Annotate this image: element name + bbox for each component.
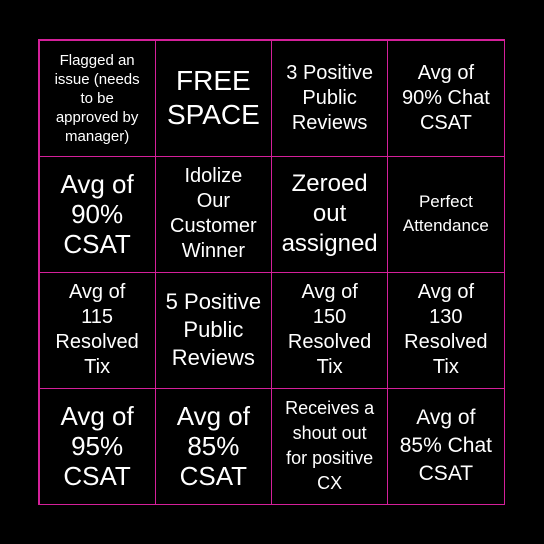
bingo-cell[interactable]: Avg of 90% CSAT [38, 155, 156, 273]
bingo-cell[interactable]: Avg of 85% CSAT [154, 387, 272, 505]
bingo-cell-free-space[interactable]: FREE SPACE [154, 39, 272, 157]
bingo-cell[interactable]: Avg of 85% Chat CSAT [387, 387, 505, 505]
bingo-cell[interactable]: 5 Positive Public Reviews [154, 271, 272, 389]
bingo-cell[interactable]: 3 Positive Public Reviews [271, 39, 389, 157]
bingo-cell[interactable]: Avg of 130 Resolved Tix [387, 271, 505, 389]
bingo-cell[interactable]: Idolize Our Customer Winner [154, 155, 272, 273]
bingo-card: Flagged an issue (needs to be approved b… [38, 39, 505, 505]
bingo-cell[interactable]: Receives a shout out for positive CX [271, 387, 389, 505]
bingo-cell[interactable]: Avg of 90% Chat CSAT [387, 39, 505, 157]
bingo-cell[interactable]: Avg of 115 Resolved Tix [38, 271, 156, 389]
bingo-cell[interactable]: Zeroed out assigned [271, 155, 389, 273]
bingo-cell[interactable]: Avg of 150 Resolved Tix [271, 271, 389, 389]
bingo-cell[interactable]: Flagged an issue (needs to be approved b… [38, 39, 156, 157]
bingo-cell[interactable]: Perfect Attendance [387, 155, 505, 273]
bingo-cell[interactable]: Avg of 95% CSAT [38, 387, 156, 505]
